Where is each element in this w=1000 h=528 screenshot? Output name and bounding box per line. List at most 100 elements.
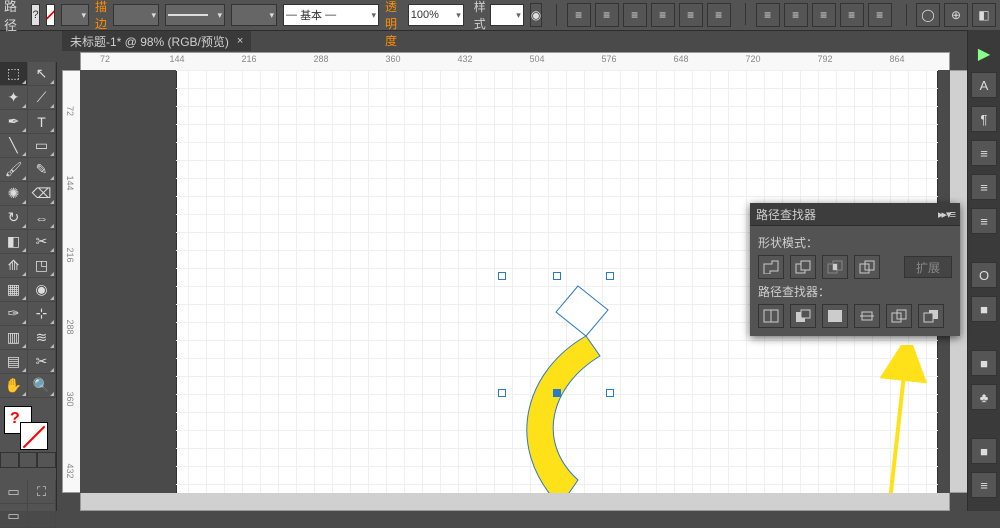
selected-shape[interactable] — [508, 280, 628, 493]
width-tool[interactable]: ◧ — [0, 230, 28, 254]
panel-shortcut-icon[interactable]: ■ — [971, 350, 997, 376]
minus-front-button[interactable] — [790, 255, 816, 279]
align-button-5[interactable]: ≡ — [707, 3, 731, 27]
pencil-tool[interactable]: ✎ — [28, 158, 56, 182]
right-panel-collapsed: ▶ A ¶ ≡ ≡ ≡ O ■ ■ ♣ ■ ≡ — [967, 30, 1000, 511]
ruler-tick: 216 — [65, 247, 75, 262]
document-tab-bar: 未标题-1* @ 98% (RGB/预览) × — [62, 30, 251, 52]
graphic-style-dropdown[interactable]: — 基本 — ▾ — [283, 4, 379, 26]
opacity-input[interactable]: 100%▾ — [408, 4, 464, 26]
presentation-icon[interactable]: ▭ — [0, 504, 28, 528]
panel-shortcut-icon[interactable]: ■ — [971, 296, 997, 322]
direct-selection-tool[interactable]: ↖ — [28, 62, 56, 86]
rectangle-tool[interactable]: ▭ — [28, 134, 56, 158]
divide-button[interactable] — [758, 304, 784, 328]
eraser-tool[interactable]: ⌫ — [28, 182, 56, 206]
ruler-tick: 360 — [385, 54, 400, 64]
magic-wand-tool[interactable]: ✦ — [0, 86, 28, 110]
align-button-9[interactable]: ≡ — [840, 3, 864, 27]
graph-tool[interactable]: ≋ — [28, 326, 56, 350]
stroke-none-swatch[interactable] — [20, 422, 48, 450]
align-button-7[interactable]: ≡ — [784, 3, 808, 27]
free-transform-tool[interactable]: ✂ — [28, 230, 56, 254]
document-tab[interactable]: 未标题-1* @ 98% (RGB/预览) × — [62, 31, 251, 51]
ruler-tick: 288 — [65, 319, 75, 334]
panel-shortcut-icon[interactable]: ♣ — [971, 384, 997, 410]
panel-shortcut-icon[interactable]: ≡ — [971, 472, 997, 498]
panel-shortcut-icon[interactable]: ¶ — [971, 106, 997, 132]
intersect-button[interactable] — [822, 255, 848, 279]
panel-header[interactable]: 路径查找器 ▸▸ ▾≡ — [750, 203, 960, 226]
convert-point-button-2[interactable]: ◧ — [972, 3, 996, 27]
ruler-tick: 864 — [889, 54, 904, 64]
draw-mode-buttons[interactable] — [0, 452, 56, 468]
align-button-10[interactable]: ≡ — [868, 3, 892, 27]
close-tab-icon[interactable]: × — [237, 35, 243, 47]
lasso-tool[interactable]: ⟋ — [28, 86, 56, 110]
align-button-3[interactable]: ≡ — [651, 3, 675, 27]
blend-tool[interactable]: ⊹ — [28, 302, 56, 326]
minus-back-button[interactable] — [918, 304, 944, 328]
type-tool[interactable]: T — [28, 110, 56, 134]
panel-shortcut-icon[interactable]: ≡ — [971, 174, 997, 200]
perspective-tool[interactable]: ◳ — [28, 254, 56, 278]
scale-tool[interactable]: ⇔ — [28, 206, 56, 230]
expand-button[interactable]: 扩展 — [904, 256, 952, 278]
recolor-icon[interactable]: ◉ — [530, 3, 542, 27]
stroke-swatch[interactable] — [46, 4, 55, 26]
pen-tool[interactable]: ✒ — [0, 110, 28, 134]
symbol-tool[interactable]: ▥ — [0, 326, 28, 350]
align-button-6[interactable]: ≡ — [756, 3, 780, 27]
horizontal-scrollbar[interactable] — [80, 491, 950, 511]
pathfinder-panel[interactable]: 路径查找器 ▸▸ ▾≡ 形状模式： 扩展 路径查找器： — [750, 203, 960, 336]
hand-tool[interactable]: ✋ — [0, 374, 28, 398]
brush-dropdown[interactable]: ▾ — [231, 4, 277, 26]
align-button-4[interactable]: ≡ — [679, 3, 703, 27]
panel-shortcut-icon[interactable]: ■ — [971, 438, 997, 464]
stroke-profile-dropdown[interactable]: ▾ — [165, 4, 225, 26]
convert-point-button-0[interactable]: ◯ — [916, 3, 940, 27]
zoom-tool[interactable]: 🔍 — [28, 374, 56, 398]
slice-tool[interactable]: ✂ — [28, 350, 56, 374]
shape-builder-tool[interactable]: ⟰ — [0, 254, 28, 278]
exclude-button[interactable] — [854, 255, 880, 279]
convert-button-group: ◯⊕◧ — [916, 3, 1000, 27]
style-dropdown[interactable]: ▾ — [490, 4, 524, 26]
align-button-8[interactable]: ≡ — [812, 3, 836, 27]
brush-tool[interactable]: 🖌 — [0, 158, 28, 182]
line-tool[interactable]: ╲ — [0, 134, 28, 158]
eyedropper-tool[interactable]: ✑ — [0, 302, 28, 326]
align-button-1[interactable]: ≡ — [595, 3, 619, 27]
ruler-tick: 72 — [100, 54, 110, 64]
vertical-ruler[interactable]: 7214421628836043250 — [62, 70, 82, 493]
trim-button[interactable] — [790, 304, 816, 328]
ruler-tick: 360 — [65, 391, 75, 406]
horizontal-ruler[interactable]: 72144216288360432504576648720792864 — [80, 52, 950, 72]
panel-collapse-icon[interactable]: ▸▸ ▾≡ — [938, 208, 954, 221]
color-swatches[interactable]: ? — [0, 404, 56, 450]
artboard-tool[interactable]: ▤ — [0, 350, 28, 374]
outline-button[interactable] — [886, 304, 912, 328]
crop-button[interactable] — [854, 304, 880, 328]
rotate-tool[interactable]: ↻ — [0, 206, 28, 230]
unite-button[interactable] — [758, 255, 784, 279]
align-button-2[interactable]: ≡ — [623, 3, 647, 27]
convert-point-button-1[interactable]: ⊕ — [944, 3, 968, 27]
panel-shortcut-icon[interactable]: O — [971, 262, 997, 288]
selection-tool[interactable]: ⬚ — [0, 62, 28, 86]
align-button-0[interactable]: ≡ — [567, 3, 591, 27]
panel-shortcut-icon[interactable]: A — [971, 72, 997, 98]
mesh-tool[interactable]: ▦ — [0, 278, 28, 302]
blob-brush-tool[interactable]: ✺ — [0, 182, 28, 206]
play-icon[interactable]: ▶ — [968, 44, 1000, 64]
stroke-weight-dropdown[interactable]: ▾ — [113, 4, 159, 26]
merge-button[interactable] — [822, 304, 848, 328]
gradient-tool[interactable]: ◉ — [28, 278, 56, 302]
align-button-group: ≡≡≡≡≡≡≡≡≡≡≡ — [567, 3, 896, 27]
panel-shortcut-icon[interactable]: ≡ — [971, 140, 997, 166]
panel-shortcut-icon[interactable]: ≡ — [971, 208, 997, 234]
change-screen-icon[interactable]: ⛶ — [28, 480, 56, 504]
screen-mode-icon[interactable]: ▭ — [0, 480, 28, 504]
swatch-menu[interactable]: ▾ — [61, 4, 89, 26]
fill-swatch[interactable]: ? — [31, 4, 40, 26]
